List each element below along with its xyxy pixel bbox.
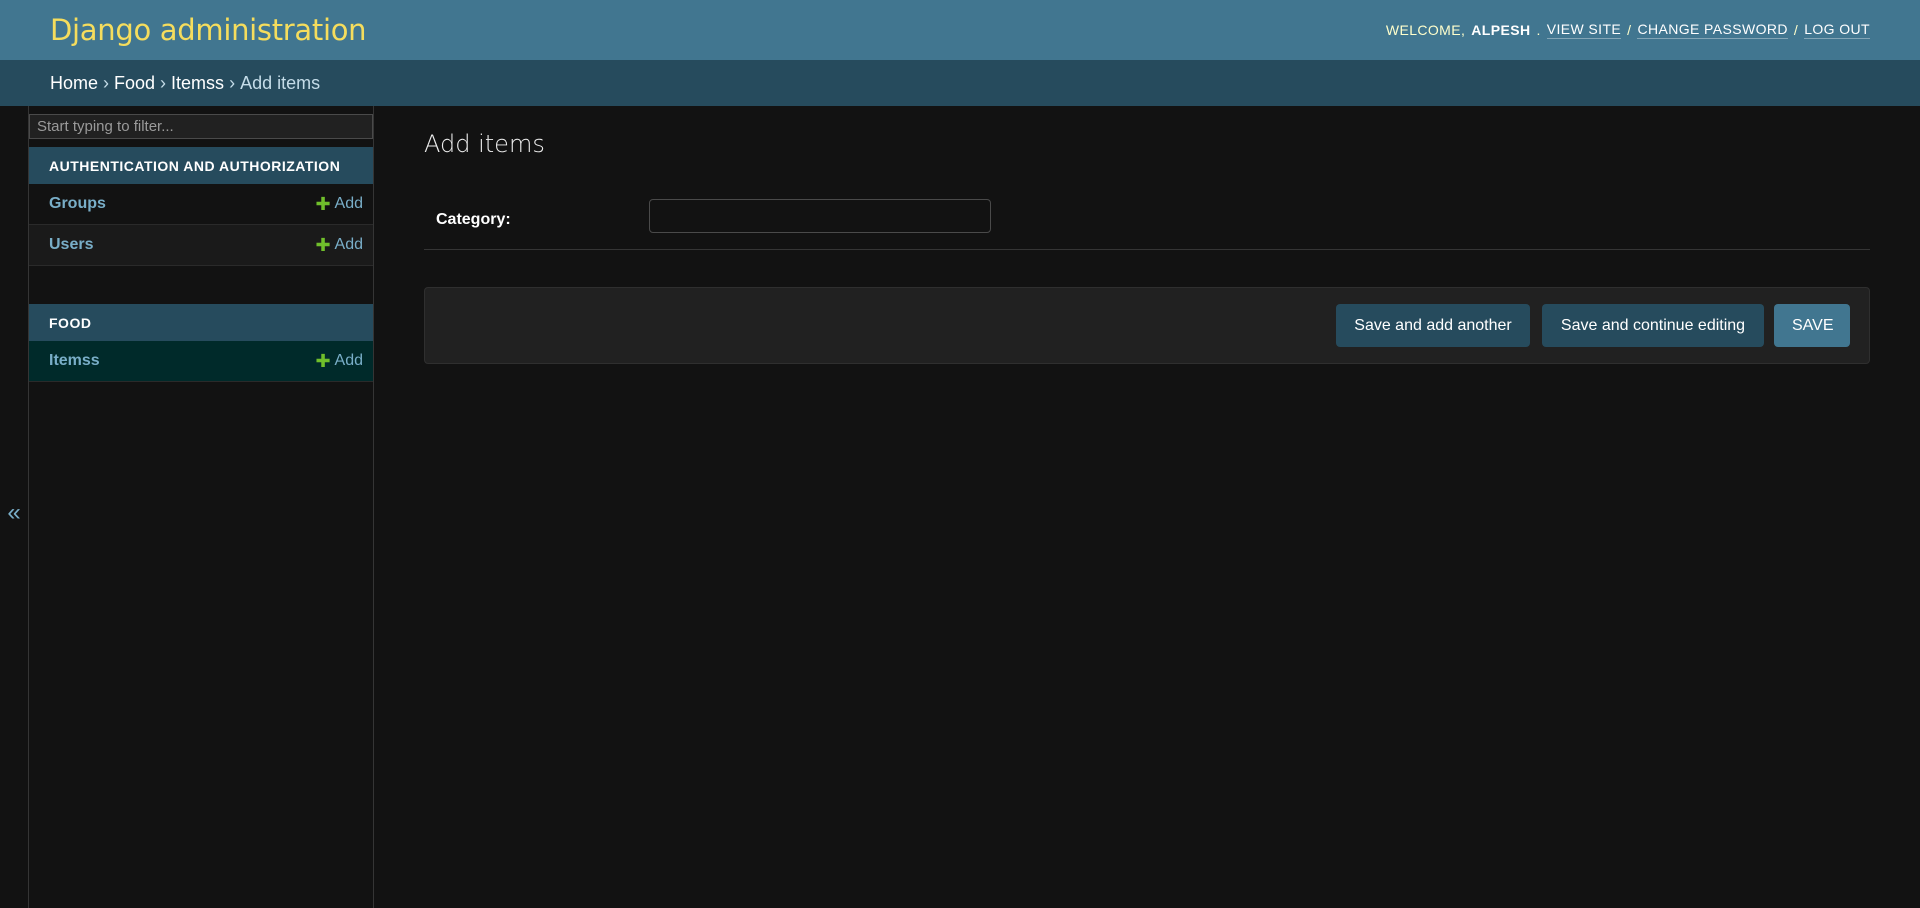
separator: / xyxy=(1627,22,1632,38)
add-users-link[interactable]: ✚ Add xyxy=(315,236,363,254)
category-input[interactable] xyxy=(649,199,991,233)
form-row-category: Category: xyxy=(424,186,1870,250)
add-itemss-link[interactable]: ✚ Add xyxy=(315,352,363,370)
model-link-groups[interactable]: Groups xyxy=(49,195,106,213)
breadcrumb-itemss[interactable]: Itemss xyxy=(171,73,224,94)
breadcrumb-food[interactable]: Food xyxy=(114,73,155,94)
breadcrumb-separator: › xyxy=(229,72,236,93)
sidebar-item-groups: Groups ✚ Add xyxy=(29,184,373,225)
sidebar-item-itemss: Itemss ✚ Add xyxy=(29,341,373,382)
site-branding[interactable]: Django administration xyxy=(50,13,367,47)
plus-icon: ✚ xyxy=(315,351,331,371)
add-label: Add xyxy=(334,236,363,253)
log-out-link[interactable]: LOG OUT xyxy=(1804,21,1870,39)
nav-filter-input[interactable] xyxy=(29,114,373,139)
plus-icon: ✚ xyxy=(315,194,331,214)
double-chevron-left-icon[interactable]: « xyxy=(7,501,20,525)
change-password-link[interactable]: CHANGE PASSWORD xyxy=(1637,21,1788,39)
breadcrumb-home[interactable]: Home xyxy=(50,73,98,94)
add-label: Add xyxy=(334,195,363,212)
model-link-users[interactable]: Users xyxy=(49,236,93,254)
submit-row: Save and add another Save and continue e… xyxy=(424,287,1870,364)
save-and-continue-button[interactable]: Save and continue editing xyxy=(1542,304,1764,347)
app-caption-food[interactable]: FOOD xyxy=(29,304,373,341)
save-and-add-another-button[interactable]: Save and add another xyxy=(1336,304,1530,347)
main-content: Add items Category: Save and add another… xyxy=(424,106,1870,908)
breadcrumb-current: Add items xyxy=(240,72,321,93)
welcome-text: WELCOME, xyxy=(1385,22,1466,38)
add-groups-link[interactable]: ✚ Add xyxy=(315,195,363,213)
breadcrumb-separator: › xyxy=(103,72,110,93)
nav-sidebar: AUTHENTICATION AND AUTHORIZATION Groups … xyxy=(29,106,374,908)
save-button[interactable]: SAVE xyxy=(1774,304,1850,347)
sidebar-item-users: Users ✚ Add xyxy=(29,225,373,266)
add-label: Add xyxy=(334,352,363,369)
breadcrumb-separator: › xyxy=(160,72,167,93)
breadcrumb: Home › Food › Itemss › Add items xyxy=(0,60,1920,106)
app-caption-auth[interactable]: AUTHENTICATION AND AUTHORIZATION xyxy=(29,147,373,184)
page-title: Add items xyxy=(424,130,545,158)
header: Django administration WELCOME, ALPESH. V… xyxy=(0,0,1920,60)
plus-icon: ✚ xyxy=(315,235,331,255)
user-tools: WELCOME, ALPESH. VIEW SITE / CHANGE PASS… xyxy=(1385,21,1870,39)
view-site-link[interactable]: VIEW SITE xyxy=(1546,21,1622,39)
separator: / xyxy=(1793,22,1799,38)
category-label: Category: xyxy=(436,211,511,228)
sidebar-toggle[interactable]: « xyxy=(0,106,29,908)
model-link-itemss[interactable]: Itemss xyxy=(49,352,100,370)
username: ALPESH xyxy=(1471,22,1531,38)
